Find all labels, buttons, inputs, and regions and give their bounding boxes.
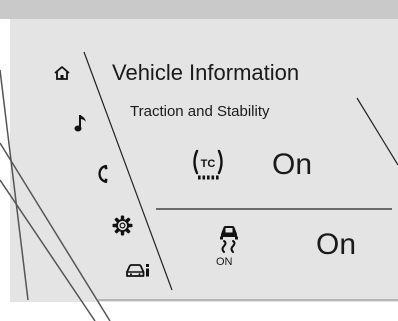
- home-icon[interactable]: [53, 65, 71, 81]
- section-subtitle: Traction and Stability: [130, 103, 270, 120]
- stability-control-icon[interactable]: [216, 220, 242, 256]
- traction-control-icon[interactable]: TC: [190, 147, 226, 183]
- music-note-icon[interactable]: [74, 113, 88, 133]
- vehicle-info-icon[interactable]: [124, 262, 152, 279]
- gear-icon[interactable]: [112, 215, 133, 236]
- svg-text:TC: TC: [201, 158, 216, 170]
- stability-control-status[interactable]: On: [316, 228, 356, 262]
- bottom-bezel: [0, 302, 398, 321]
- top-bezel: [0, 0, 398, 19]
- phone-icon[interactable]: [96, 164, 110, 184]
- traction-control-status[interactable]: On: [272, 148, 312, 182]
- page-title: Vehicle Information: [112, 60, 300, 85]
- stability-icon-caption: ON: [216, 256, 233, 268]
